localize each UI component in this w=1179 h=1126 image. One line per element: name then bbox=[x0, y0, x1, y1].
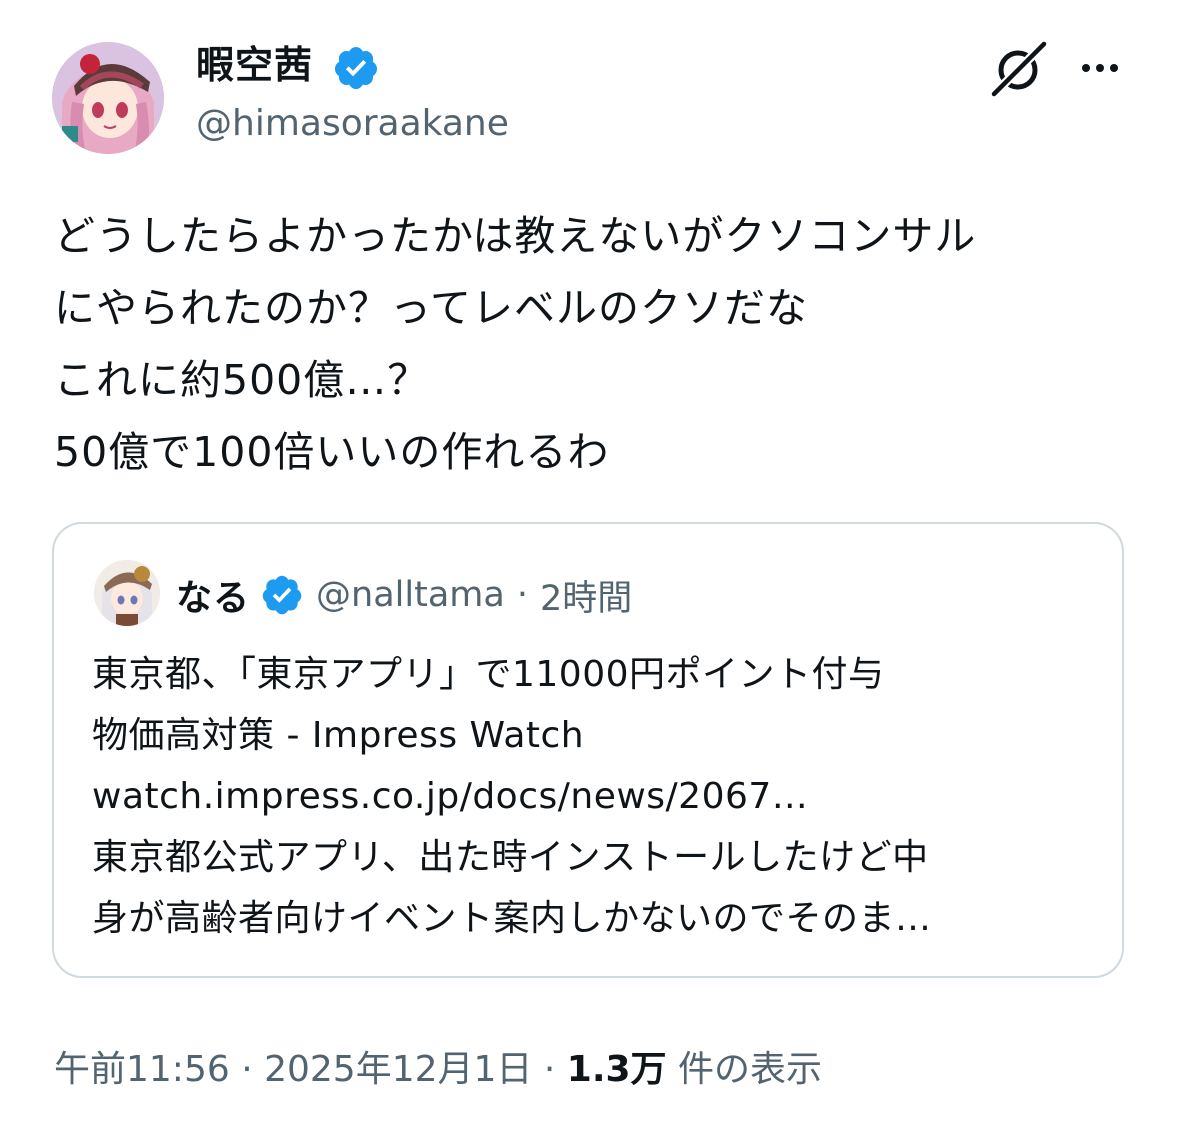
meta-separator: · bbox=[532, 1049, 567, 1090]
separator-dot: · bbox=[516, 575, 528, 615]
quote-author-display-name[interactable]: なる bbox=[176, 569, 250, 621]
anime-girl-avatar-icon bbox=[52, 42, 164, 154]
tweet-text: どうしたらよかったかは教えないがクソコンサル にやられたのか？ってレベルのクソだ… bbox=[54, 212, 977, 476]
tweet-meta: 午前11:56 · 2025年12月1日 · 1.3万 件の表示 bbox=[54, 1040, 822, 1100]
author-display-name[interactable]: 暇空茜 bbox=[196, 40, 313, 90]
grok-icon[interactable] bbox=[990, 40, 1048, 98]
verified-badge-icon bbox=[262, 575, 302, 615]
views-count[interactable]: 1.3万 bbox=[567, 1049, 667, 1090]
more-horizontal-icon[interactable] bbox=[1076, 46, 1124, 94]
quote-author-avatar[interactable] bbox=[94, 560, 160, 626]
verified-badge-icon bbox=[335, 47, 377, 89]
quote-author-handle[interactable]: @nalltama bbox=[316, 575, 505, 615]
quote-header: なる @nalltama · 2時間 bbox=[176, 568, 632, 622]
views-label: 件の表示 bbox=[666, 1049, 823, 1090]
quote-tweet-text: 東京都、「東京アプリ」で11000円ポイント付与 物価高対策 - Impress… bbox=[92, 654, 932, 939]
tweet-date[interactable]: 2025年12月1日 bbox=[264, 1049, 532, 1090]
author-handle[interactable]: @himasoraakane bbox=[196, 100, 509, 148]
tweet-time[interactable]: 午前11:56 bbox=[54, 1049, 230, 1090]
quote-timestamp[interactable]: 2時間 bbox=[540, 570, 632, 621]
author-avatar[interactable] bbox=[52, 42, 164, 154]
anime-girl-avatar-icon bbox=[94, 560, 160, 626]
meta-separator: · bbox=[229, 1049, 265, 1090]
